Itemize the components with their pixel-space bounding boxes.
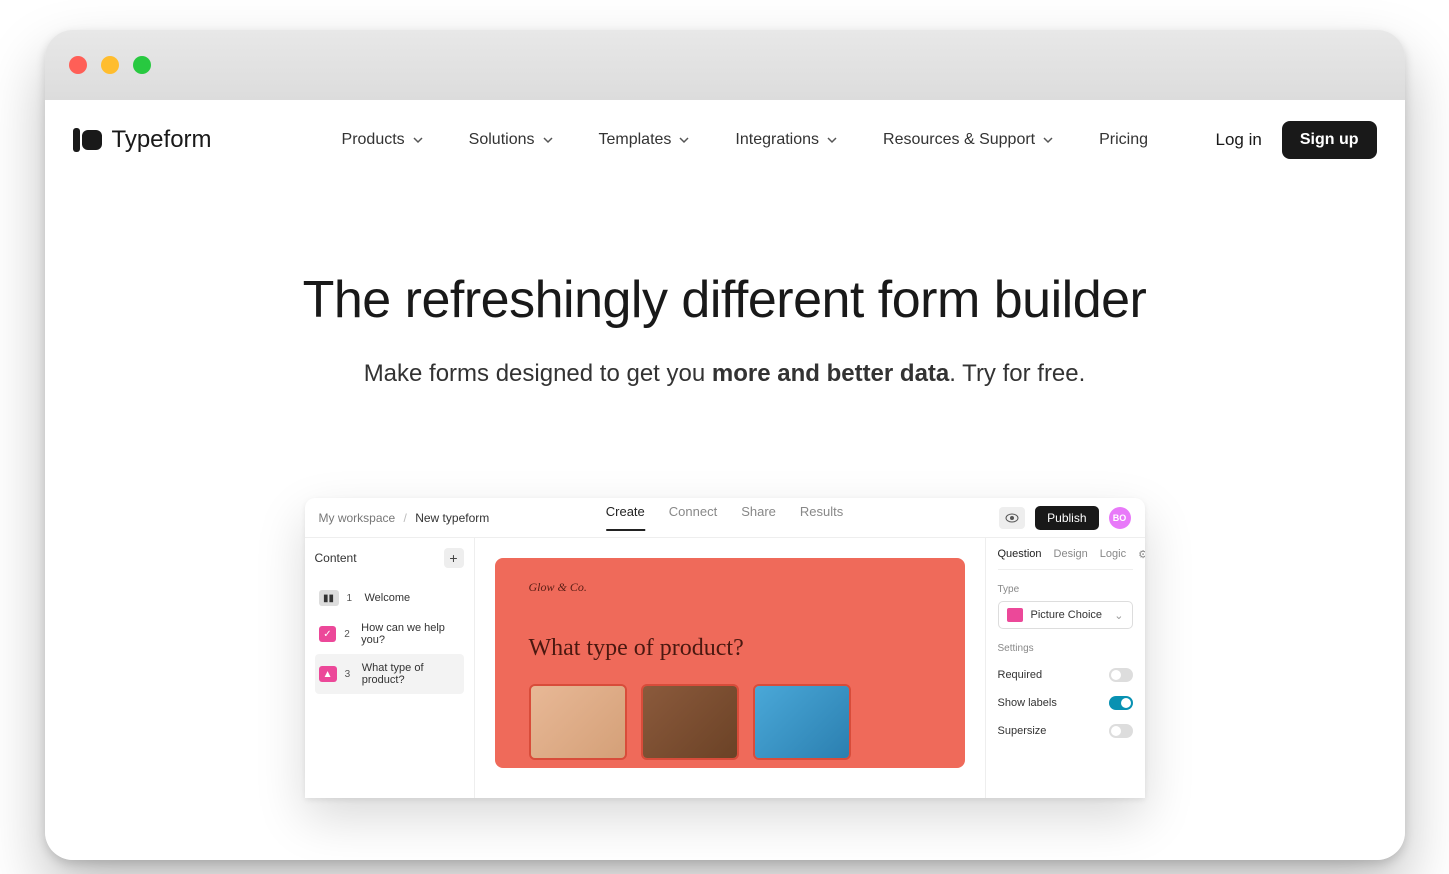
logo-icon — [73, 128, 102, 152]
nav-products[interactable]: Products — [342, 131, 423, 149]
primary-nav: Products Solutions Templates Integration… — [342, 131, 1148, 149]
breadcrumb: My workspace / New typeform — [319, 511, 490, 525]
setting-required: Required — [998, 668, 1133, 682]
nav-solutions[interactable]: Solutions — [469, 131, 553, 149]
preview-button[interactable] — [999, 507, 1025, 529]
builder-window: My workspace / New typeform Create Conne… — [305, 498, 1145, 798]
nav-pricing[interactable]: Pricing — [1099, 131, 1148, 149]
hero-subtitle: Make forms designed to get you more and … — [45, 360, 1405, 388]
nav-integrations[interactable]: Integrations — [735, 131, 837, 149]
builder-actions: Publish BO — [999, 506, 1130, 530]
required-toggle[interactable] — [1109, 668, 1133, 682]
multiple-choice-icon: ✓ — [319, 626, 337, 642]
show-labels-toggle[interactable] — [1109, 696, 1133, 710]
login-link[interactable]: Log in — [1216, 130, 1262, 150]
nav-templates[interactable]: Templates — [599, 131, 690, 149]
site-header: Typeform Products Solutions Templates In… — [45, 100, 1405, 180]
question-item-welcome[interactable]: ▮▮ 1 Welcome — [315, 582, 464, 614]
add-question-button[interactable]: + — [444, 548, 464, 568]
canvas-brand: Glow & Co. — [529, 580, 931, 595]
properties-panel: Question Design Logic ⚙ Type Picture Cho… — [985, 538, 1145, 798]
picture-choice-option[interactable] — [753, 684, 851, 760]
nav-resources[interactable]: Resources & Support — [883, 131, 1053, 149]
tab-logic[interactable]: Logic — [1100, 548, 1126, 561]
gear-icon[interactable]: ⚙ — [1138, 548, 1144, 561]
tab-share[interactable]: Share — [741, 504, 776, 531]
window-maximize-icon[interactable] — [133, 56, 151, 74]
window-close-icon[interactable] — [69, 56, 87, 74]
chevron-down-icon — [827, 135, 837, 145]
browser-window: Typeform Products Solutions Templates In… — [45, 30, 1405, 860]
builder-tabs: Create Connect Share Results — [606, 504, 844, 531]
page-content: Typeform Products Solutions Templates In… — [45, 100, 1405, 860]
tab-create[interactable]: Create — [606, 504, 645, 531]
hero: The refreshingly different form builder … — [45, 270, 1405, 388]
auth-actions: Log in Sign up — [1216, 121, 1377, 159]
content-heading: Content + — [315, 548, 464, 568]
builder-body: Content + ▮▮ 1 Welcome ✓ 2 How can we he… — [305, 538, 1145, 798]
chevron-down-icon: ⌄ — [1114, 609, 1123, 622]
chevron-down-icon — [1043, 135, 1053, 145]
content-panel: Content + ▮▮ 1 Welcome ✓ 2 How can we he… — [305, 538, 475, 798]
setting-supersize: Supersize — [998, 724, 1133, 738]
welcome-screen-icon: ▮▮ — [319, 590, 339, 606]
chevron-down-icon — [543, 135, 553, 145]
brand-logo[interactable]: Typeform — [73, 126, 212, 154]
picture-choice-option[interactable] — [529, 684, 627, 760]
publish-button[interactable]: Publish — [1035, 506, 1098, 530]
picture-choice-icon — [1007, 608, 1023, 622]
tab-question[interactable]: Question — [998, 548, 1042, 561]
chevron-down-icon — [679, 135, 689, 145]
question-item-help[interactable]: ✓ 2 How can we help you? — [315, 614, 464, 654]
eye-icon — [1005, 513, 1019, 523]
picture-choice-cards — [529, 684, 931, 760]
hero-title: The refreshingly different form builder — [45, 270, 1405, 330]
product-preview: My workspace / New typeform Create Conne… — [45, 498, 1405, 798]
settings-label: Settings — [998, 643, 1133, 654]
type-label: Type — [998, 584, 1133, 595]
chevron-down-icon — [413, 135, 423, 145]
signup-button[interactable]: Sign up — [1282, 121, 1377, 159]
form-canvas[interactable]: Glow & Co. What type of product? — [495, 558, 965, 768]
builder-topbar: My workspace / New typeform Create Conne… — [305, 498, 1145, 538]
properties-tabs: Question Design Logic ⚙ — [998, 548, 1133, 570]
canvas-question-text: What type of product? — [529, 635, 931, 662]
setting-show-labels: Show labels — [998, 696, 1133, 710]
picture-choice-icon: ▲ — [319, 666, 337, 682]
brand-name: Typeform — [112, 126, 212, 154]
canvas-area: Glow & Co. What type of product? — [475, 538, 985, 798]
user-avatar[interactable]: BO — [1109, 507, 1131, 529]
window-minimize-icon[interactable] — [101, 56, 119, 74]
tab-design[interactable]: Design — [1054, 548, 1088, 561]
question-item-product-type[interactable]: ▲ 3 What type of product? — [315, 654, 464, 694]
window-titlebar — [45, 30, 1405, 100]
tab-results[interactable]: Results — [800, 504, 843, 531]
picture-choice-option[interactable] — [641, 684, 739, 760]
supersize-toggle[interactable] — [1109, 724, 1133, 738]
tab-connect[interactable]: Connect — [669, 504, 717, 531]
question-type-select[interactable]: Picture Choice ⌄ — [998, 601, 1133, 629]
